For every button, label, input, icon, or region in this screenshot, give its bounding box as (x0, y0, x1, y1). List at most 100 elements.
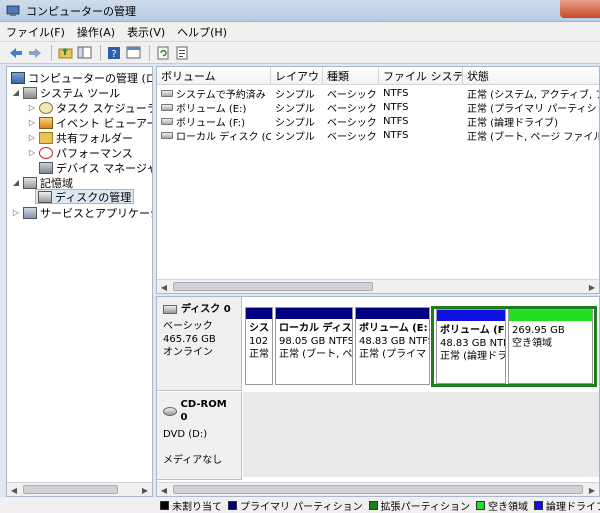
legend-item-free-space: 空き領域 (476, 498, 528, 513)
legend-swatch (476, 500, 485, 510)
table-row[interactable]: ボリューム (E:) シンプル ベーシック NTFS 正常 (プライマリ パーテ… (157, 100, 599, 114)
disk-0-label[interactable]: ディスク 0 ベーシック 465.76 GB オンライン (157, 297, 242, 391)
partition-bar (246, 308, 272, 319)
disk-graphical-view: ディスク 0 ベーシック 465.76 GB オンライン シス 102 I 正常… (156, 296, 600, 497)
close-button[interactable] (560, 0, 600, 18)
expand-arrow-icon[interactable]: ▷ (27, 103, 37, 112)
collapse-arrow-icon[interactable]: ◢ (11, 178, 21, 187)
table-row[interactable]: システムで予約済み シンプル ベーシック NTFS 正常 (システム, アクティ… (157, 86, 599, 100)
toolbar-separator (149, 44, 150, 61)
legend-swatch (368, 500, 378, 510)
column-header-status[interactable]: 状態 (463, 67, 599, 85)
disk-management-icon (38, 190, 52, 203)
table-row[interactable]: ローカル ディスク (C:) シンプル ベーシック NTFS 正常 (ブート, … (157, 128, 599, 142)
window-title: コンピューターの管理 (26, 4, 136, 18)
expand-arrow-icon[interactable]: ▷ (27, 118, 37, 127)
tree-horizontal-scrollbar[interactable]: ◀ ▶ (7, 482, 152, 496)
svg-text:?: ? (111, 49, 116, 60)
partition-volume-f[interactable]: ボリューム (F 48.83 GB NTF 正常 (論理ドラ (436, 309, 506, 384)
tree-item-services[interactable]: ▷ サービスとアプリケーション (11, 205, 152, 220)
tree-item-task-scheduler[interactable]: ▷ タスク スケジューラ (27, 100, 152, 115)
partition-bar (276, 308, 352, 319)
volume-icon (161, 117, 173, 125)
clock-icon (39, 101, 53, 114)
legend-item-logical-drive: 論理ドライブ (534, 498, 600, 513)
scroll-right-icon[interactable]: ▶ (138, 483, 152, 496)
shared-folder-icon (39, 131, 53, 144)
column-header-layout[interactable]: レイアウト (271, 67, 323, 85)
partition-volume-e[interactable]: ボリューム (E: 48.83 GB NTFS 正常 (プライマ (355, 307, 430, 385)
computer-management-icon (6, 5, 20, 16)
partition-bar (509, 310, 592, 321)
navigation-tree: コンピューターの管理 (ローカル) ◢ システム ツール ▷ タスク スケジュー… (6, 66, 153, 497)
partition-free-space[interactable]: 269.95 GB 空き領域 (508, 309, 593, 384)
status-bar (0, 497, 156, 513)
tree-item-disk-management[interactable]: ディスクの管理 (35, 189, 135, 204)
volume-icon (161, 131, 173, 139)
partition-system-reserved[interactable]: シス 102 I 正常 (245, 307, 273, 385)
menu-bar: ファイル(F) 操作(A) 表示(V) ヘルプ(H) (0, 22, 600, 42)
partition-bar (437, 310, 505, 321)
properties-icon[interactable] (125, 45, 141, 61)
export-list-icon[interactable] (174, 45, 190, 61)
collapse-arrow-icon[interactable]: ◢ (11, 88, 21, 97)
menu-help[interactable]: ヘルプ(H) (177, 24, 227, 40)
list-horizontal-scrollbar[interactable]: ◀ ▶ (157, 279, 599, 293)
toolbar: ? (0, 42, 600, 64)
column-header-type[interactable]: 種類 (323, 67, 379, 85)
performance-icon (39, 146, 53, 159)
tree-item-system-tools[interactable]: ◢ システム ツール (11, 85, 120, 100)
legend-swatch (534, 500, 543, 510)
volume-icon (161, 89, 173, 97)
column-header-file-system[interactable]: ファイル システム (379, 67, 463, 85)
graphical-horizontal-scrollbar[interactable]: ◀ ▶ (157, 482, 599, 496)
partition-local-disk-c[interactable]: ローカル ディスク 98.05 GB NTFS 正常 (ブート, ペ (275, 307, 353, 385)
cdrom-0-label[interactable]: CD-ROM 0 DVD (D:) メディアなし (157, 392, 242, 480)
menu-view[interactable]: 表示(V) (127, 24, 165, 40)
legend-swatch (228, 500, 237, 510)
menu-file[interactable]: ファイル(F) (6, 24, 65, 40)
expand-arrow-icon[interactable]: ▷ (11, 208, 21, 217)
table-row[interactable]: ボリューム (F:) シンプル ベーシック NTFS 正常 (論理ドライブ) (157, 114, 599, 128)
back-icon[interactable] (8, 45, 24, 61)
scroll-left-icon[interactable]: ◀ (7, 483, 21, 496)
cdrom-media-area[interactable] (243, 392, 599, 477)
toolbar-separator (51, 44, 52, 61)
legend-item-extended: 拡張パーティション (368, 498, 470, 513)
partition-legend: 未割り当て プライマリ パーティション 拡張パーティション 空き領域 論理ドライ… (156, 497, 600, 513)
up-folder-icon[interactable] (57, 45, 73, 61)
storage-icon (23, 176, 37, 189)
title-bar: コンピューターの管理 (0, 0, 600, 22)
scroll-left-icon[interactable]: ◀ (157, 280, 171, 293)
scroll-right-icon[interactable]: ▶ (585, 280, 599, 293)
help-icon[interactable]: ? (106, 45, 122, 61)
event-viewer-icon (39, 116, 53, 129)
tools-icon (23, 86, 37, 99)
services-icon (23, 206, 37, 219)
legend-swatch (160, 500, 169, 510)
scroll-right-icon[interactable]: ▶ (585, 483, 599, 496)
column-header-volume[interactable]: ボリューム (157, 67, 271, 85)
device-manager-icon (39, 161, 53, 174)
legend-item-primary: プライマリ パーティション (228, 498, 363, 513)
scroll-thumb[interactable] (23, 485, 118, 494)
tree-item-root[interactable]: コンピューターの管理 (ローカル) (9, 70, 152, 85)
hard-disk-icon (163, 305, 177, 314)
scroll-thumb[interactable] (173, 282, 373, 291)
tree-item-shared-folders[interactable]: ▷ 共有フォルダー (27, 130, 133, 145)
scroll-left-icon[interactable]: ◀ (157, 483, 171, 496)
partition-bar (356, 308, 429, 319)
tree-item-event-viewer[interactable]: ▷ イベント ビューアー (27, 115, 152, 130)
show-hide-tree-icon[interactable] (76, 45, 92, 61)
tree-item-performance[interactable]: ▷ パフォーマンス (27, 145, 133, 160)
menu-action[interactable]: 操作(A) (77, 24, 115, 40)
scroll-thumb[interactable] (173, 485, 583, 494)
expand-arrow-icon[interactable]: ▷ (27, 133, 37, 142)
computer-icon (11, 71, 25, 84)
refresh-icon[interactable] (155, 45, 171, 61)
expand-arrow-icon[interactable]: ▷ (27, 148, 37, 157)
cdrom-icon (163, 406, 177, 416)
tree-item-device-manager[interactable]: デバイス マネージャー (37, 160, 152, 175)
volume-icon (161, 103, 173, 111)
forward-icon[interactable] (27, 45, 43, 61)
